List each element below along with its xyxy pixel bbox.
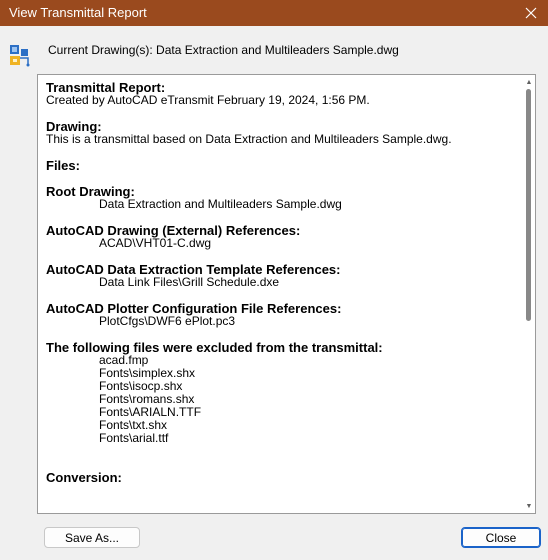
excluded-section: The following files were excluded from t… <box>46 341 526 445</box>
vertical-scrollbar[interactable]: ▲ ▼ <box>523 75 535 513</box>
save-as-button[interactable]: Save As... <box>44 527 140 548</box>
conversion-section: Conversion: <box>46 471 526 484</box>
dxe-file: Data Link Files\Grill Schedule.dxe <box>99 275 280 289</box>
scroll-up-icon[interactable]: ▲ <box>523 76 535 88</box>
close-icon[interactable] <box>514 0 548 26</box>
files-heading: Files: <box>46 158 80 173</box>
xref-file: ACAD\VHT01-C.dwg <box>99 236 212 250</box>
root-drawing-file: Data Extraction and Multileaders Sample.… <box>99 197 342 211</box>
plotter-section: AutoCAD Plotter Configuration File Refer… <box>46 302 526 328</box>
created-by-text: Created by AutoCAD eTransmit February 19… <box>46 93 370 107</box>
header-row: Current Drawing(s): Data Extraction and … <box>0 26 548 74</box>
transmittal-icon <box>8 43 32 67</box>
files-section: Files: <box>46 159 526 172</box>
plotter-file: PlotCfgs\DWF6 ePlot.pc3 <box>99 314 236 328</box>
report-content: Transmittal Report: Created by AutoCAD e… <box>46 81 526 497</box>
transmittal-section: Transmittal Report: Created by AutoCAD e… <box>46 81 526 107</box>
root-drawing-section: Root Drawing: Data Extraction and Multil… <box>46 185 526 211</box>
xref-section: AutoCAD Drawing (External) References: A… <box>46 224 526 250</box>
close-button[interactable]: Close <box>461 527 541 548</box>
current-drawing-label: Current Drawing(s): Data Extraction and … <box>48 43 399 57</box>
dxe-section: AutoCAD Data Extraction Template Referen… <box>46 263 526 289</box>
excluded-file: Fonts\arial.ttf <box>99 431 169 445</box>
drawing-section: Drawing: This is a transmittal based on … <box>46 120 526 146</box>
report-text-area[interactable]: Transmittal Report: Created by AutoCAD e… <box>37 74 536 514</box>
window-title: View Transmittal Report <box>9 5 147 20</box>
scroll-thumb[interactable] <box>526 89 531 321</box>
conversion-heading: Conversion: <box>46 470 122 485</box>
drawing-text: This is a transmittal based on Data Extr… <box>46 132 452 146</box>
scroll-down-icon[interactable]: ▼ <box>523 500 535 512</box>
title-bar: View Transmittal Report <box>0 0 548 26</box>
